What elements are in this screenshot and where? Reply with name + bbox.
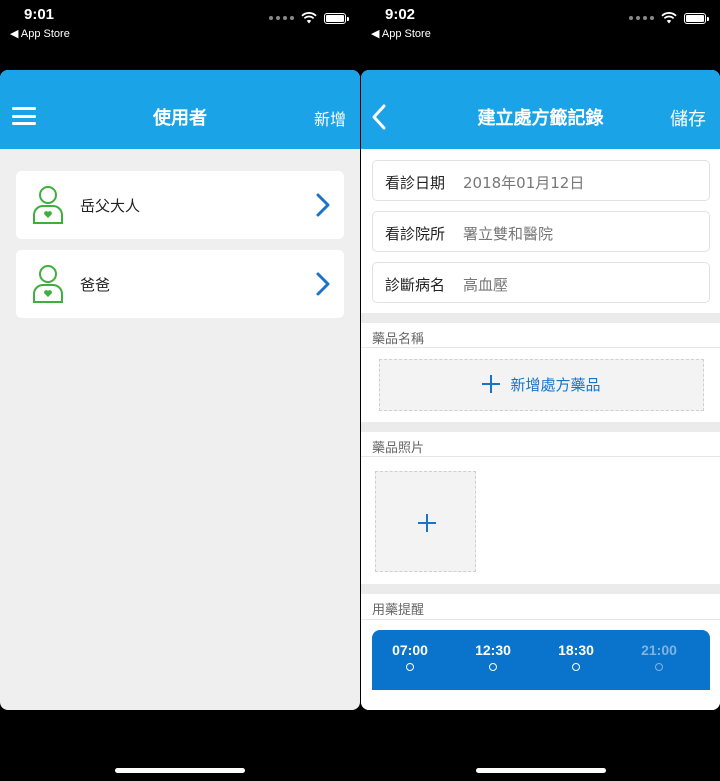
field-label: 診斷病名	[385, 276, 446, 294]
field-value: 2018年01月12日	[463, 174, 585, 192]
phone-screen-users: 9:01 ◀ App Store 使用者 新增 岳父大人 爸爸	[0, 0, 360, 781]
person-heart-icon	[33, 186, 63, 224]
user-name: 岳父大人	[80, 197, 141, 215]
clinic-field[interactable]: 看診院所 署立雙和醫院	[372, 211, 710, 252]
user-list-item[interactable]: 爸爸	[16, 250, 344, 318]
time-indicator-dot	[489, 663, 497, 671]
section-label: 藥品名稱	[372, 332, 425, 347]
add-medicine-label: 新增處方藥品	[510, 376, 601, 394]
save-button[interactable]: 儲存	[670, 105, 706, 131]
field-value: 署立雙和醫院	[463, 225, 554, 243]
visit-date-field[interactable]: 看診日期 2018年01月12日	[372, 160, 710, 201]
back-to-app-store[interactable]: ◀ App Store	[371, 27, 431, 40]
plus-icon	[418, 514, 436, 532]
field-value: 高血壓	[463, 276, 509, 294]
plus-icon	[482, 375, 501, 393]
status-icons	[629, 12, 709, 24]
add-medicine-button[interactable]: 新增處方藥品	[379, 359, 704, 411]
status-time: 9:02	[385, 6, 416, 23]
battery-icon	[684, 12, 709, 24]
reminder-time[interactable]: 21:00	[629, 642, 689, 658]
person-heart-icon	[33, 265, 63, 303]
add-photo-button[interactable]	[375, 471, 476, 572]
reminder-times-bar: 07:00 12:30 18:30 21:00	[372, 630, 710, 690]
time-indicator-dot	[572, 663, 580, 671]
signal-icon	[269, 16, 294, 20]
reminder-time[interactable]: 12:30	[463, 642, 523, 658]
page-title: 使用者	[153, 108, 207, 129]
diagnosis-field[interactable]: 診斷病名 高血壓	[372, 262, 710, 303]
field-label: 看診院所	[385, 225, 446, 243]
user-list-item[interactable]: 岳父大人	[16, 171, 344, 239]
chevron-right-icon	[316, 193, 330, 217]
navbar: 建立處方籤記錄 儲存	[361, 70, 720, 149]
divider	[361, 619, 720, 620]
home-indicator[interactable]	[115, 768, 245, 773]
prescription-sheet: 建立處方籤記錄 儲存 看診日期 2018年01月12日 看診院所 署立雙和醫院 …	[361, 70, 720, 710]
status-icons	[269, 12, 349, 24]
users-sheet: 使用者 新增 岳父大人 爸爸	[0, 70, 360, 710]
field-label: 看診日期	[385, 174, 446, 192]
wifi-icon	[301, 12, 317, 24]
wifi-icon	[661, 12, 677, 24]
reminder-time[interactable]: 18:30	[546, 642, 606, 658]
chevron-right-icon	[316, 272, 330, 296]
time-indicator-dot	[655, 663, 663, 671]
home-indicator[interactable]	[475, 768, 606, 773]
status-time: 9:01	[24, 6, 55, 23]
user-name: 爸爸	[80, 276, 111, 294]
navbar: 使用者 新增	[0, 70, 360, 149]
time-indicator-dot	[406, 663, 414, 671]
section-label: 藥品照片	[372, 441, 425, 456]
signal-icon	[629, 16, 654, 20]
divider	[361, 347, 720, 348]
section-label: 用藥提醒	[372, 603, 425, 618]
add-user-button[interactable]: 新增	[314, 106, 346, 130]
page-title: 建立處方籤記錄	[477, 108, 604, 129]
phone-screen-prescription: 9:02 ◀ App Store 建立處方籤記錄 儲存 看診日期 2018年01…	[361, 0, 720, 781]
back-to-app-store[interactable]: ◀ App Store	[10, 27, 70, 40]
reminder-time[interactable]: 07:00	[380, 642, 440, 658]
battery-icon	[324, 12, 349, 24]
divider	[361, 456, 720, 457]
